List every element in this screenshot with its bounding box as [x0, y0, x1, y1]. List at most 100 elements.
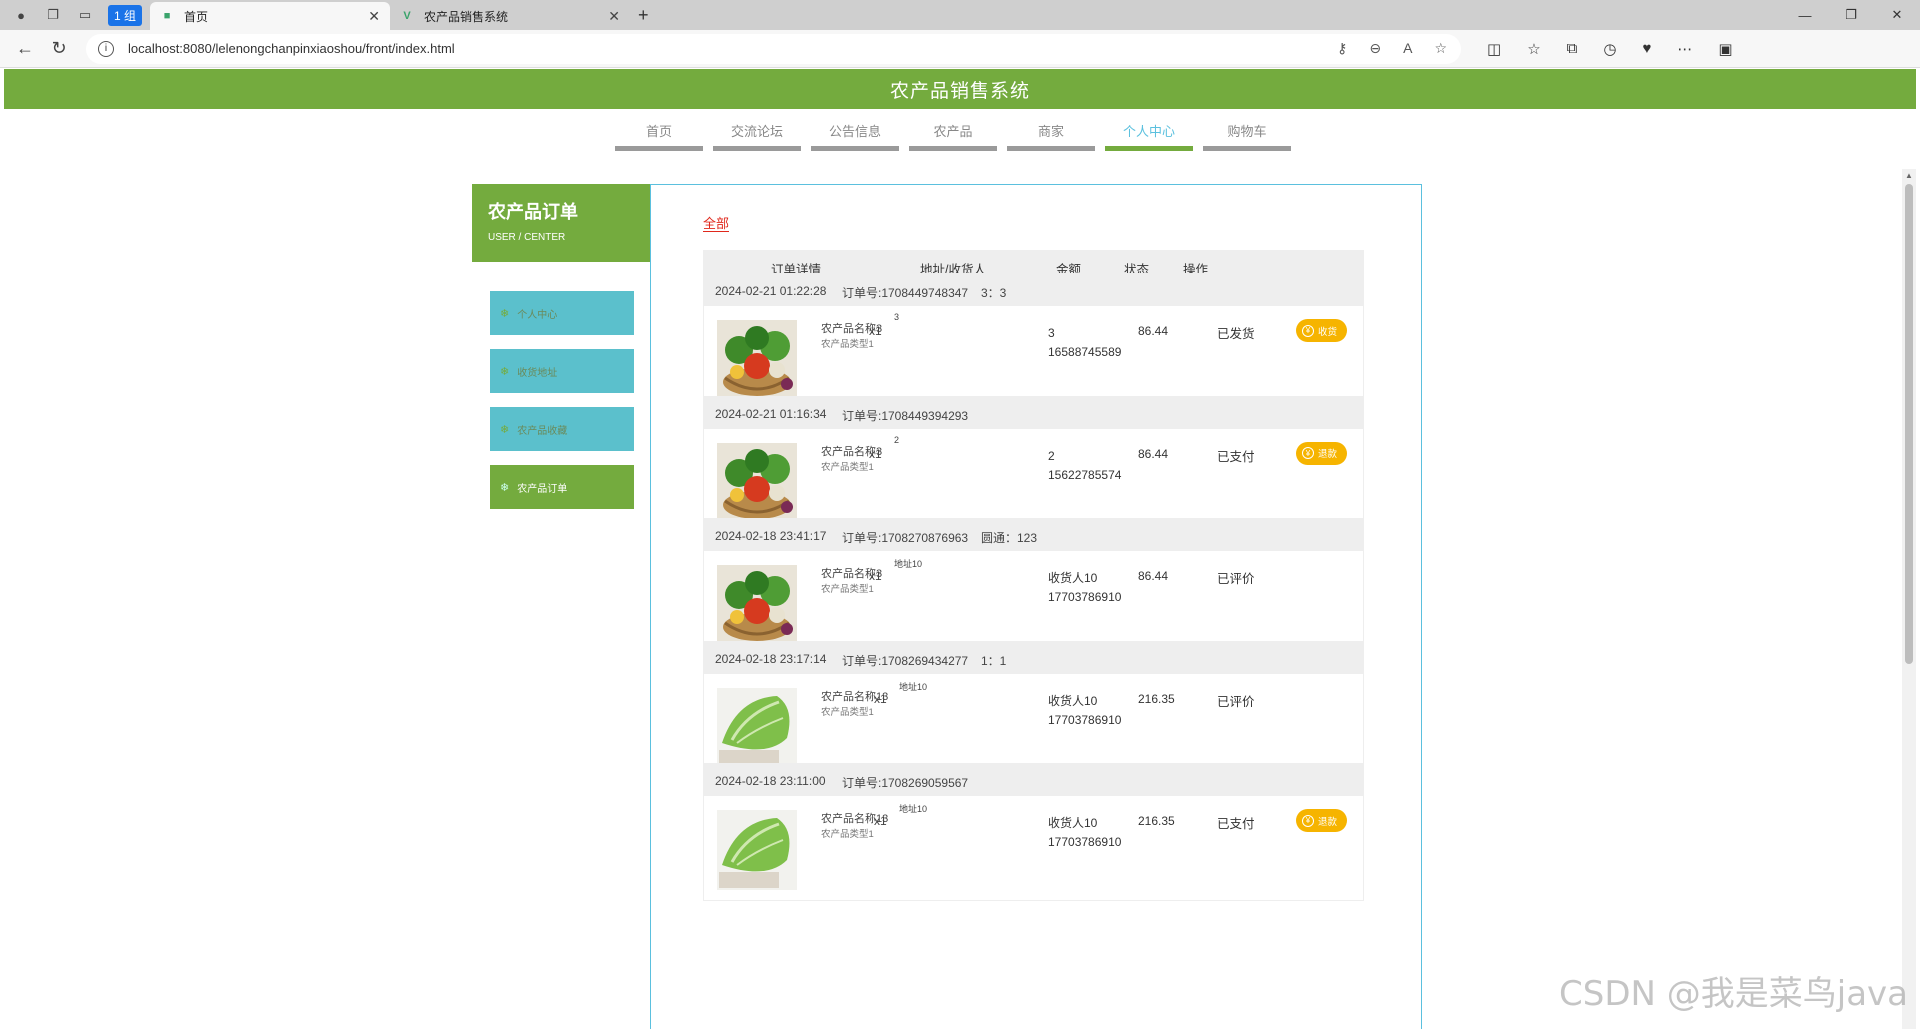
nav-home[interactable]: 首页: [615, 121, 703, 151]
close-tab-icon[interactable]: ✕: [368, 8, 380, 25]
zoom-out-icon[interactable]: ⊖: [1369, 40, 1381, 57]
product-type: 农产品类型1: [821, 584, 874, 595]
top-navigation: 首页 交流论坛 公告信息 农产品 商家 个人中心 购物车: [4, 121, 1916, 151]
restore-icon[interactable]: ❐: [1828, 0, 1874, 30]
product-type: 农产品类型1: [821, 461, 874, 473]
refresh-icon[interactable]: ↻: [42, 38, 76, 59]
confirm-receipt-button[interactable]: ¥ 收货: [1296, 319, 1348, 342]
order-number: 订单号:1708449748347: [842, 286, 969, 300]
order-time: 2024-02-21 01:22:28: [715, 284, 827, 298]
sidebar-item-label: 收货地址: [517, 367, 558, 379]
receiver-phone: 16588745589: [1048, 345, 1122, 359]
receiver-phone: 17703786910: [1048, 590, 1122, 604]
refund-button[interactable]: ¥ 退款: [1296, 809, 1348, 832]
cabbage-image[interactable]: [717, 687, 797, 768]
order-number: 订单号:1708269059567: [842, 776, 969, 790]
browser-tab-bar: ● ❐ ▭ 1 组 ■ 首页 ✕ V 农产品销售系统 ✕ + — ❐ ✕: [0, 0, 1920, 30]
action-label: 收货: [1318, 326, 1338, 338]
product-quantity: x1: [869, 324, 882, 338]
product-quantity: x1: [874, 814, 887, 828]
tab-group-label[interactable]: 1 组: [108, 4, 143, 26]
order-extra: 圆通：123: [981, 531, 1038, 545]
site-info-icon[interactable]: i: [98, 40, 114, 57]
order-extra: 1：1: [981, 653, 1007, 668]
action-label: 退款: [1318, 449, 1338, 460]
product-type: 农产品类型1: [821, 706, 874, 718]
nav-cart[interactable]: 购物车: [1203, 121, 1291, 151]
back-icon[interactable]: ←: [8, 38, 42, 59]
receiver-info: 2 15622785574: [1048, 447, 1121, 485]
product-quantity: x1: [869, 446, 882, 461]
sidebar-toggle-icon[interactable]: ▣: [1718, 40, 1732, 58]
sidebar-item-address[interactable]: ❄ 收货地址: [490, 349, 634, 393]
delivery-address: 地址10: [899, 804, 928, 814]
veggie-basket-image[interactable]: [717, 320, 797, 400]
vue-favicon-icon: V: [403, 10, 411, 22]
order-time: 2024-02-18 23:11:00: [715, 774, 826, 788]
split-screen-icon[interactable]: ◫: [1487, 40, 1501, 58]
sidebar-title: 农产品订单: [488, 202, 578, 222]
product-quantity: x1: [874, 691, 887, 706]
nav-products[interactable]: 农产品: [909, 121, 997, 151]
filter-all-tab[interactable]: 全部: [703, 217, 730, 232]
scrollbar-thumb[interactable]: [1905, 184, 1913, 664]
profile-icon[interactable]: ●: [10, 4, 32, 26]
history-icon[interactable]: ◷: [1603, 40, 1616, 58]
address-bar[interactable]: i localhost:8080/lelenongchanpinxiaoshou…: [86, 33, 1461, 64]
receiver-info: 3 16588745589: [1048, 324, 1121, 362]
order-number: 订单号:1708449394293: [842, 408, 969, 423]
product-type: 农产品类型1: [821, 829, 874, 840]
close-tab-icon[interactable]: ✕: [608, 8, 620, 25]
order-header: 2024-02-18 23:17:14 订单号:1708269434277 1：…: [704, 641, 1363, 674]
workspaces-icon[interactable]: ❐: [42, 4, 64, 26]
delivery-address: 地址10: [899, 681, 928, 692]
nav-user-center[interactable]: 个人中心: [1105, 121, 1193, 151]
nav-forum[interactable]: 交流论坛: [713, 121, 801, 151]
tab-title: 农产品销售系统: [424, 9, 509, 24]
refund-button[interactable]: ¥ 退款: [1296, 441, 1348, 465]
nav-merchants[interactable]: 商家: [1007, 121, 1095, 151]
order-amount: 216.35: [1138, 814, 1175, 828]
window-controls: — ❐ ✕: [1782, 0, 1920, 30]
receiver-info: 收货人10 17703786910: [1048, 692, 1121, 730]
sidebar-subtitle: USER / CENTER: [488, 232, 566, 243]
more-menu-icon[interactable]: ⋯: [1677, 40, 1692, 58]
sidebar-item-favorites[interactable]: ❄ 农产品收藏: [490, 407, 634, 451]
veggie-basket-image[interactable]: [717, 442, 797, 523]
favorites-icon[interactable]: ☆: [1527, 40, 1540, 58]
cabbage-image[interactable]: [717, 810, 797, 890]
order-status: 已评价: [1217, 572, 1255, 586]
veggie-basket-image[interactable]: [717, 565, 797, 645]
page-viewport: 农产品销售系统 首页 交流论坛 公告信息 农产品 商家 个人中心 购物车 农产品…: [4, 69, 1916, 1029]
extension-icon[interactable]: ♥: [1642, 40, 1651, 58]
order-number: 订单号:1708270876963: [842, 531, 969, 545]
read-aloud-icon[interactable]: A: [1403, 40, 1412, 57]
new-tab-icon[interactable]: +: [638, 5, 649, 26]
browser-tab-system[interactable]: V 农产品销售系统 ✕: [390, 2, 630, 30]
key-icon[interactable]: ⚷: [1337, 40, 1347, 57]
receiver-phone: 15622785574: [1048, 467, 1122, 482]
close-window-icon[interactable]: ✕: [1874, 0, 1920, 30]
sidebar-item-label: 农产品收藏: [517, 425, 568, 437]
site-title: 农产品销售系统: [889, 80, 1030, 102]
browser-tab-home[interactable]: ■ 首页 ✕: [150, 2, 391, 30]
scroll-up-icon[interactable]: ▲: [1905, 171, 1913, 180]
yen-icon: ¥: [1302, 814, 1314, 827]
order-header: 2024-02-21 01:16:34 订单号:1708449394293: [704, 396, 1363, 429]
order-card: 2024-02-18 23:11:00 订单号:1708269059567 农产…: [703, 763, 1364, 901]
order-header: 2024-02-18 23:41:17 订单号:1708270876963 圆通…: [704, 519, 1363, 551]
url-text[interactable]: localhost:8080/lelenongchanpinxiaoshou/f…: [128, 41, 455, 56]
sidebar-item-user-center[interactable]: ❄ 个人中心: [490, 291, 634, 335]
order-status: 已支付: [1217, 449, 1255, 464]
order-extra: 3：3: [981, 286, 1007, 300]
delivery-address: 2: [894, 434, 900, 445]
tab-actions-icon[interactable]: ▭: [74, 4, 96, 26]
sidebar-item-label: 个人中心: [517, 309, 558, 321]
page-scrollbar[interactable]: ▲: [1902, 169, 1916, 1029]
product-type: 农产品类型1: [821, 339, 874, 350]
favorite-star-icon[interactable]: ☆: [1434, 40, 1447, 57]
nav-notices[interactable]: 公告信息: [811, 121, 899, 151]
sidebar-item-orders[interactable]: ❄ 农产品订单: [490, 465, 634, 509]
minimize-icon[interactable]: —: [1782, 0, 1828, 30]
collections-icon[interactable]: ⧉: [1567, 40, 1578, 58]
